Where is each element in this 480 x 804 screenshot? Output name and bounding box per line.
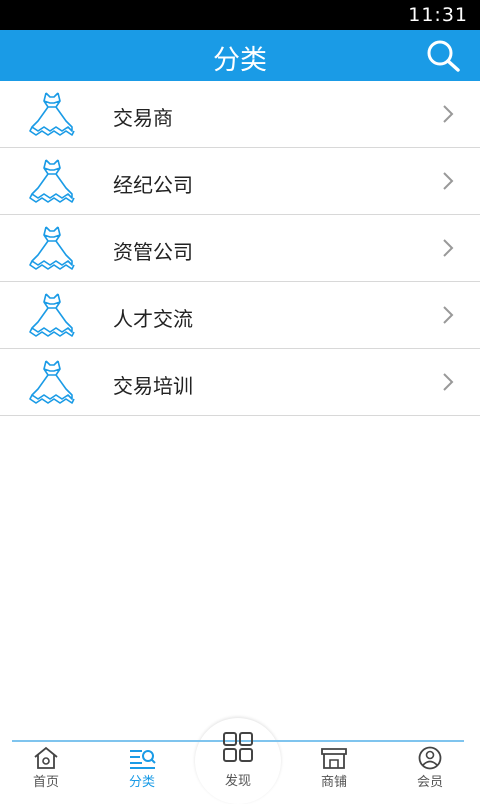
dress-icon [29, 226, 75, 270]
category-item-traders[interactable]: 交易商 [0, 81, 480, 148]
dress-icon [29, 92, 75, 136]
chevron-right-icon [443, 239, 454, 257]
tab-member-label: 会员 [416, 775, 443, 790]
page-title: 分类 [213, 45, 267, 76]
category-list: 交易商 经纪公司 资管公司 人才交流 交易培训 [0, 81, 480, 416]
dress-icon [29, 159, 75, 203]
dress-icon [29, 293, 75, 337]
shop-icon [321, 748, 347, 769]
chevron-right-icon [443, 306, 454, 324]
home-icon [34, 746, 58, 769]
category-item-label: 人才交流 [113, 307, 193, 331]
search-icon [427, 40, 460, 72]
dress-icon [29, 360, 75, 404]
category-item-trading-training[interactable]: 交易培训 [0, 349, 480, 416]
category-item-label: 资管公司 [113, 240, 193, 264]
category-item-label: 经纪公司 [113, 173, 193, 197]
tab-category[interactable]: 分类 [102, 746, 182, 800]
app-header: 分类 [0, 30, 480, 81]
chevron-right-icon [443, 105, 454, 123]
tab-shop-label: 商铺 [320, 775, 347, 790]
tab-home-label: 首页 [32, 775, 59, 790]
status-bar: 11:31 [0, 0, 480, 30]
tab-discover[interactable]: 发现 [198, 730, 278, 789]
user-icon [418, 746, 442, 770]
category-item-talent-exchange[interactable]: 人才交流 [0, 282, 480, 349]
bottom-nav: 首页 分类 发现 商铺 会员 [0, 718, 480, 804]
category-item-brokers[interactable]: 经纪公司 [0, 148, 480, 215]
category-item-asset-management[interactable]: 资管公司 [0, 215, 480, 282]
chevron-right-icon [443, 172, 454, 190]
status-time: 11:31 [408, 4, 468, 26]
category-item-label: 交易培训 [113, 374, 193, 398]
tab-member[interactable]: 会员 [390, 746, 470, 800]
tab-category-label: 分类 [128, 775, 155, 790]
category-icon [130, 750, 156, 769]
grid-icon [223, 732, 253, 762]
category-item-label: 交易商 [113, 106, 173, 130]
tab-shop[interactable]: 商铺 [294, 746, 374, 800]
tab-home[interactable]: 首页 [6, 746, 86, 800]
search-button[interactable] [426, 39, 462, 73]
chevron-right-icon [443, 373, 454, 391]
tab-discover-label: 发现 [224, 774, 251, 789]
